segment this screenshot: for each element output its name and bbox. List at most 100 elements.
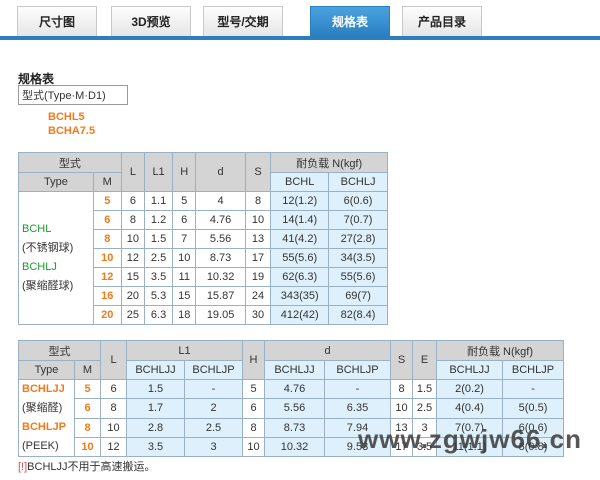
tab-underline — [0, 36, 600, 40]
cell-h: 18 — [171, 305, 197, 325]
cell-s: 10 — [244, 210, 272, 230]
header-load-bchljj: BCHLJJ — [436, 360, 503, 380]
cell-h: 6 — [171, 210, 197, 230]
cell-l1-bchljp: - — [184, 378, 243, 400]
cell-l1-bchljp: 2 — [184, 398, 243, 419]
cell-m: 5 — [92, 191, 122, 211]
header-d-bchljj: BCHLJJ — [264, 360, 325, 380]
cell-load-bchlj: 27(2.8) — [328, 229, 388, 249]
cell-d-bchljj: 8.73 — [264, 417, 325, 438]
cell-l1-bchljp: 3 — [184, 436, 243, 458]
cell-load-bchlj: 6(0.6) — [328, 191, 388, 211]
tab-model-delivery[interactable]: 型号/交期 — [203, 6, 283, 36]
header-load: 耐负载 N(kgf) — [436, 340, 564, 361]
type-line: (聚缩醛球) — [22, 280, 74, 292]
code-format-box: 型式(Type·M·D1) — [18, 85, 128, 105]
cell-l: 20 — [120, 286, 146, 306]
cell-l1: 1.2 — [144, 210, 173, 230]
cell-load-bchl: 14(1.4) — [270, 210, 330, 230]
header-s: S — [244, 152, 272, 192]
cell-d: 4.76 — [195, 210, 246, 230]
cell-l1: 1.5 — [144, 229, 173, 249]
header-l1-bchljp: BCHLJP — [184, 360, 243, 380]
cell-m: 6 — [92, 210, 122, 230]
table-row: BCHL (不锈钢球) BCHLJ (聚缩醛球) 5 6 1.1 5 4 8 12(1.2) 6(0.… — [18, 191, 388, 325]
cell-s: 8 — [390, 378, 413, 400]
cell-s: 19 — [244, 267, 272, 287]
cell-s: 8 — [244, 191, 272, 211]
cell-m: 8 — [74, 417, 101, 438]
table-row: 6 8 1.7 2 6 5.56 6.35 10 2.5 4(0.4) 5(0.5) — [19, 398, 564, 419]
header-d: d — [195, 152, 246, 192]
header-e: E — [412, 340, 437, 380]
header-type: Type — [18, 172, 94, 192]
cell-m: 10 — [92, 248, 122, 268]
cell-load-bchlj: 7(0.7) — [328, 210, 388, 230]
cell-m: 16 — [92, 286, 122, 306]
cell-h: 5 — [171, 191, 197, 211]
cell-h: 7 — [171, 229, 197, 249]
type-line: (不锈钢球) — [22, 242, 74, 254]
header-load-bchljp: BCHLJP — [502, 360, 564, 380]
cell-l1: 1.1 — [144, 191, 173, 211]
cell-l: 25 — [120, 305, 146, 325]
cell-load-bchljp: - — [502, 378, 564, 400]
type-line: BCHLJJ — [22, 383, 65, 395]
cell-l: 6 — [100, 378, 127, 400]
type-line: BCHL — [22, 223, 52, 235]
cell-m: 12 — [92, 267, 122, 287]
cell-m: 20 — [92, 305, 122, 325]
type-line: BCHLJ — [22, 261, 57, 273]
cell-l1: 5.3 — [144, 286, 173, 306]
header-type-cn: 型式 — [18, 152, 122, 173]
cell-load-bchljj: 2(0.2) — [436, 378, 503, 400]
tab-3d-preview[interactable]: 3D预览 — [111, 6, 191, 36]
cell-h: 6 — [242, 398, 265, 419]
header-l1-bchljj: BCHLJJ — [126, 360, 185, 380]
cell-load-bchl: 412(42) — [270, 305, 330, 325]
note-text: BCHLJJ不用于高速搬运。 — [27, 461, 156, 473]
cell-load-bchlj: 34(3.5) — [328, 248, 388, 268]
cell-load-bchl: 62(6.3) — [270, 267, 330, 287]
cell-l1-bchljj: 3.5 — [126, 436, 185, 458]
cell-l: 10 — [100, 417, 127, 438]
type-cell: BCHL (不锈钢球) BCHLJ (聚缩醛球) — [18, 191, 94, 325]
tab-product-catalog[interactable]: 产品目录 — [402, 6, 482, 36]
series-label: BCHA7.5 — [48, 125, 96, 137]
cell-l1-bchljp: 2.5 — [184, 417, 243, 438]
tab-spec-table[interactable]: 规格表 — [310, 6, 390, 36]
cell-l1-bchljj: 2.8 — [126, 417, 185, 438]
cell-d-bchljj: 5.56 — [264, 398, 325, 419]
cell-s: 30 — [244, 305, 272, 325]
header-l1: L1 — [126, 340, 243, 361]
cell-l1-bchljj: 1.5 — [126, 378, 185, 400]
watermark: www.zgwjw66.cn — [358, 424, 582, 454]
type-line: (聚缩醛) — [22, 402, 63, 414]
tab-dimension-drawing[interactable]: 尺寸图 — [17, 6, 97, 36]
header-load: 耐负载 N(kgf) — [270, 152, 388, 173]
cell-l1-bchljj: 1.7 — [126, 398, 185, 419]
header-h: H — [171, 152, 197, 192]
cell-l: 8 — [100, 398, 127, 419]
cell-s: 17 — [244, 248, 272, 268]
header-l: L — [120, 152, 146, 192]
cell-d: 5.56 — [195, 229, 246, 249]
type-line: BCHLJP — [22, 421, 67, 433]
series-label: BCHL5 — [48, 111, 85, 123]
cell-h: 10 — [242, 436, 265, 458]
cell-d-bchljj: 4.76 — [264, 378, 325, 400]
cell-s: 10 — [390, 398, 413, 419]
cell-d: 4 — [195, 191, 246, 211]
cell-l: 6 — [120, 191, 146, 211]
cell-d: 15.87 — [195, 286, 246, 306]
note-mark: [!] — [18, 461, 28, 473]
header-m: M — [92, 172, 122, 192]
cell-h: 15 — [171, 286, 197, 306]
cell-load-bchl: 55(5.6) — [270, 248, 330, 268]
header-type: Type — [18, 360, 75, 380]
cell-load-bchl: 343(35) — [270, 286, 330, 306]
cell-h: 5 — [242, 378, 265, 400]
cell-d: 8.73 — [195, 248, 246, 268]
cell-l: 12 — [120, 248, 146, 268]
cell-load-bchljp: 5(0.5) — [502, 398, 564, 419]
